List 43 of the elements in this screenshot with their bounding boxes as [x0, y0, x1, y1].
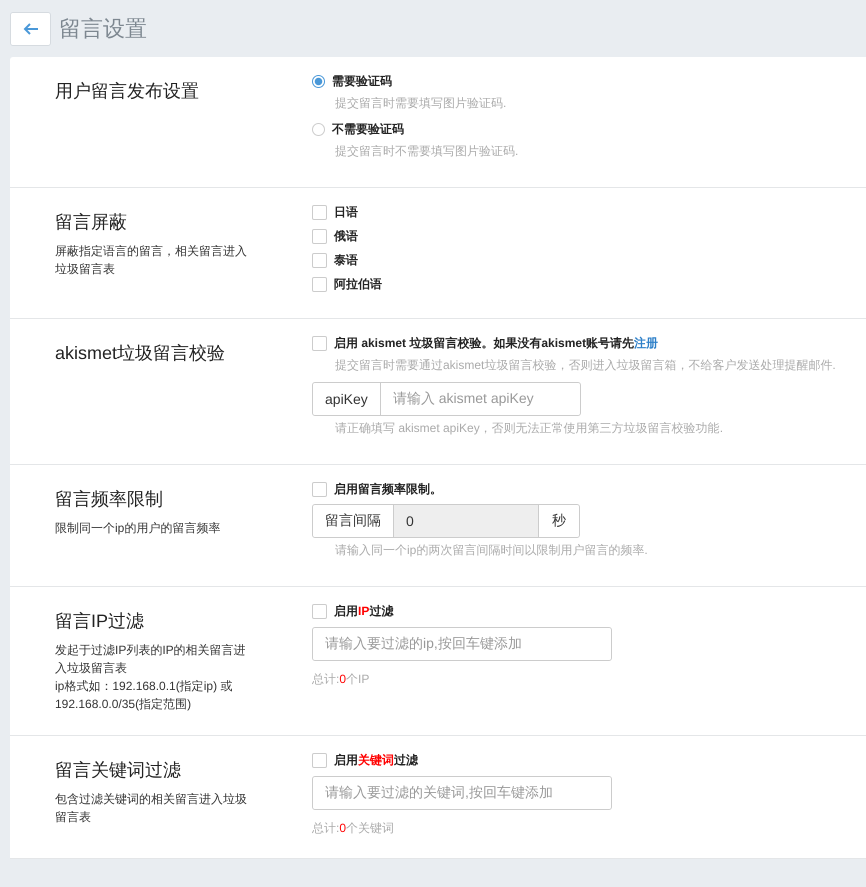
hint-text: 请正确填写 akismet apiKey，否则无法正常使用第三方垃圾留言校验功能.: [335, 420, 724, 436]
section-title: 留言频率限制: [55, 488, 164, 511]
checkbox-label: 泰语: [334, 252, 358, 268]
section-description: ip格式如：192.168.0.1(指定ip) 或 192.168.0.0/35(指定范围): [55, 678, 234, 713]
checkbox-label: 俄语: [334, 228, 358, 244]
checkbox[interactable]: [312, 276, 327, 292]
section-title: 留言屏蔽: [55, 211, 128, 234]
section-title: akismet垃圾留言校验: [55, 342, 226, 365]
count-text: 总计:0个IP: [312, 671, 370, 687]
radio-button[interactable]: [312, 74, 325, 88]
checkbox[interactable]: [312, 604, 327, 618]
input-field[interactable]: 请输入要过滤的ip,按回车键添加: [312, 627, 612, 661]
radio-label[interactable]: 需要验证码: [332, 73, 392, 89]
section-title: 留言关键词过滤: [55, 759, 182, 782]
section-description: 限制同一个ip的用户的留言频率: [55, 520, 222, 537]
radio-label[interactable]: 不需要验证码: [332, 121, 404, 137]
input-field[interactable]: 请输入要过滤的关键词,按回车键添加: [312, 776, 612, 810]
checkbox-label: 启用留言频率限制。: [334, 481, 442, 497]
section-title: 用户留言发布设置: [55, 80, 200, 103]
hint-text: 提交留言时不需要填写图片验证码.: [335, 143, 518, 159]
section-description: 屏蔽指定语言的留言，相关留言进入垃圾留言表: [55, 243, 248, 278]
checkbox-label: 启用IP过滤: [334, 603, 394, 619]
hint-text: 提交留言时需要通过akismet垃圾留言校验，否则进入垃圾留言箱，不给客户发送处理提醒邮件.: [335, 357, 836, 373]
checkbox-label: 阿拉伯语: [334, 276, 382, 292]
checkbox[interactable]: [312, 752, 327, 768]
checkbox[interactable]: [312, 228, 327, 244]
checkbox-label: 启用 akismet 垃圾留言校验。如果没有akismet账号请先注册: [334, 335, 658, 351]
section-title: 留言IP过滤: [55, 610, 146, 633]
checkbox[interactable]: [312, 336, 327, 350]
register-link[interactable]: 注册: [634, 336, 658, 350]
page-title: 留言设置: [59, 15, 147, 43]
checkbox-label: 启用关键词过滤: [334, 752, 418, 768]
back-button[interactable]: [10, 12, 51, 46]
checkbox-label: 日语: [334, 204, 358, 220]
checkbox[interactable]: [312, 204, 327, 220]
checkbox[interactable]: [312, 482, 327, 496]
back-arrow-icon: [22, 22, 38, 36]
hint-text: 请输入同一个ip的两次留言间隔时间以限制用户留言的频率.: [335, 542, 648, 558]
radio-button[interactable]: [312, 122, 325, 136]
checkbox[interactable]: [312, 252, 327, 268]
section-description: 包含过滤关键词的相关留言进入垃圾留言表: [55, 791, 248, 826]
hint-text: 提交留言时需要填写图片验证码.: [335, 95, 506, 111]
count-text: 总计:0个关键词: [312, 820, 394, 836]
